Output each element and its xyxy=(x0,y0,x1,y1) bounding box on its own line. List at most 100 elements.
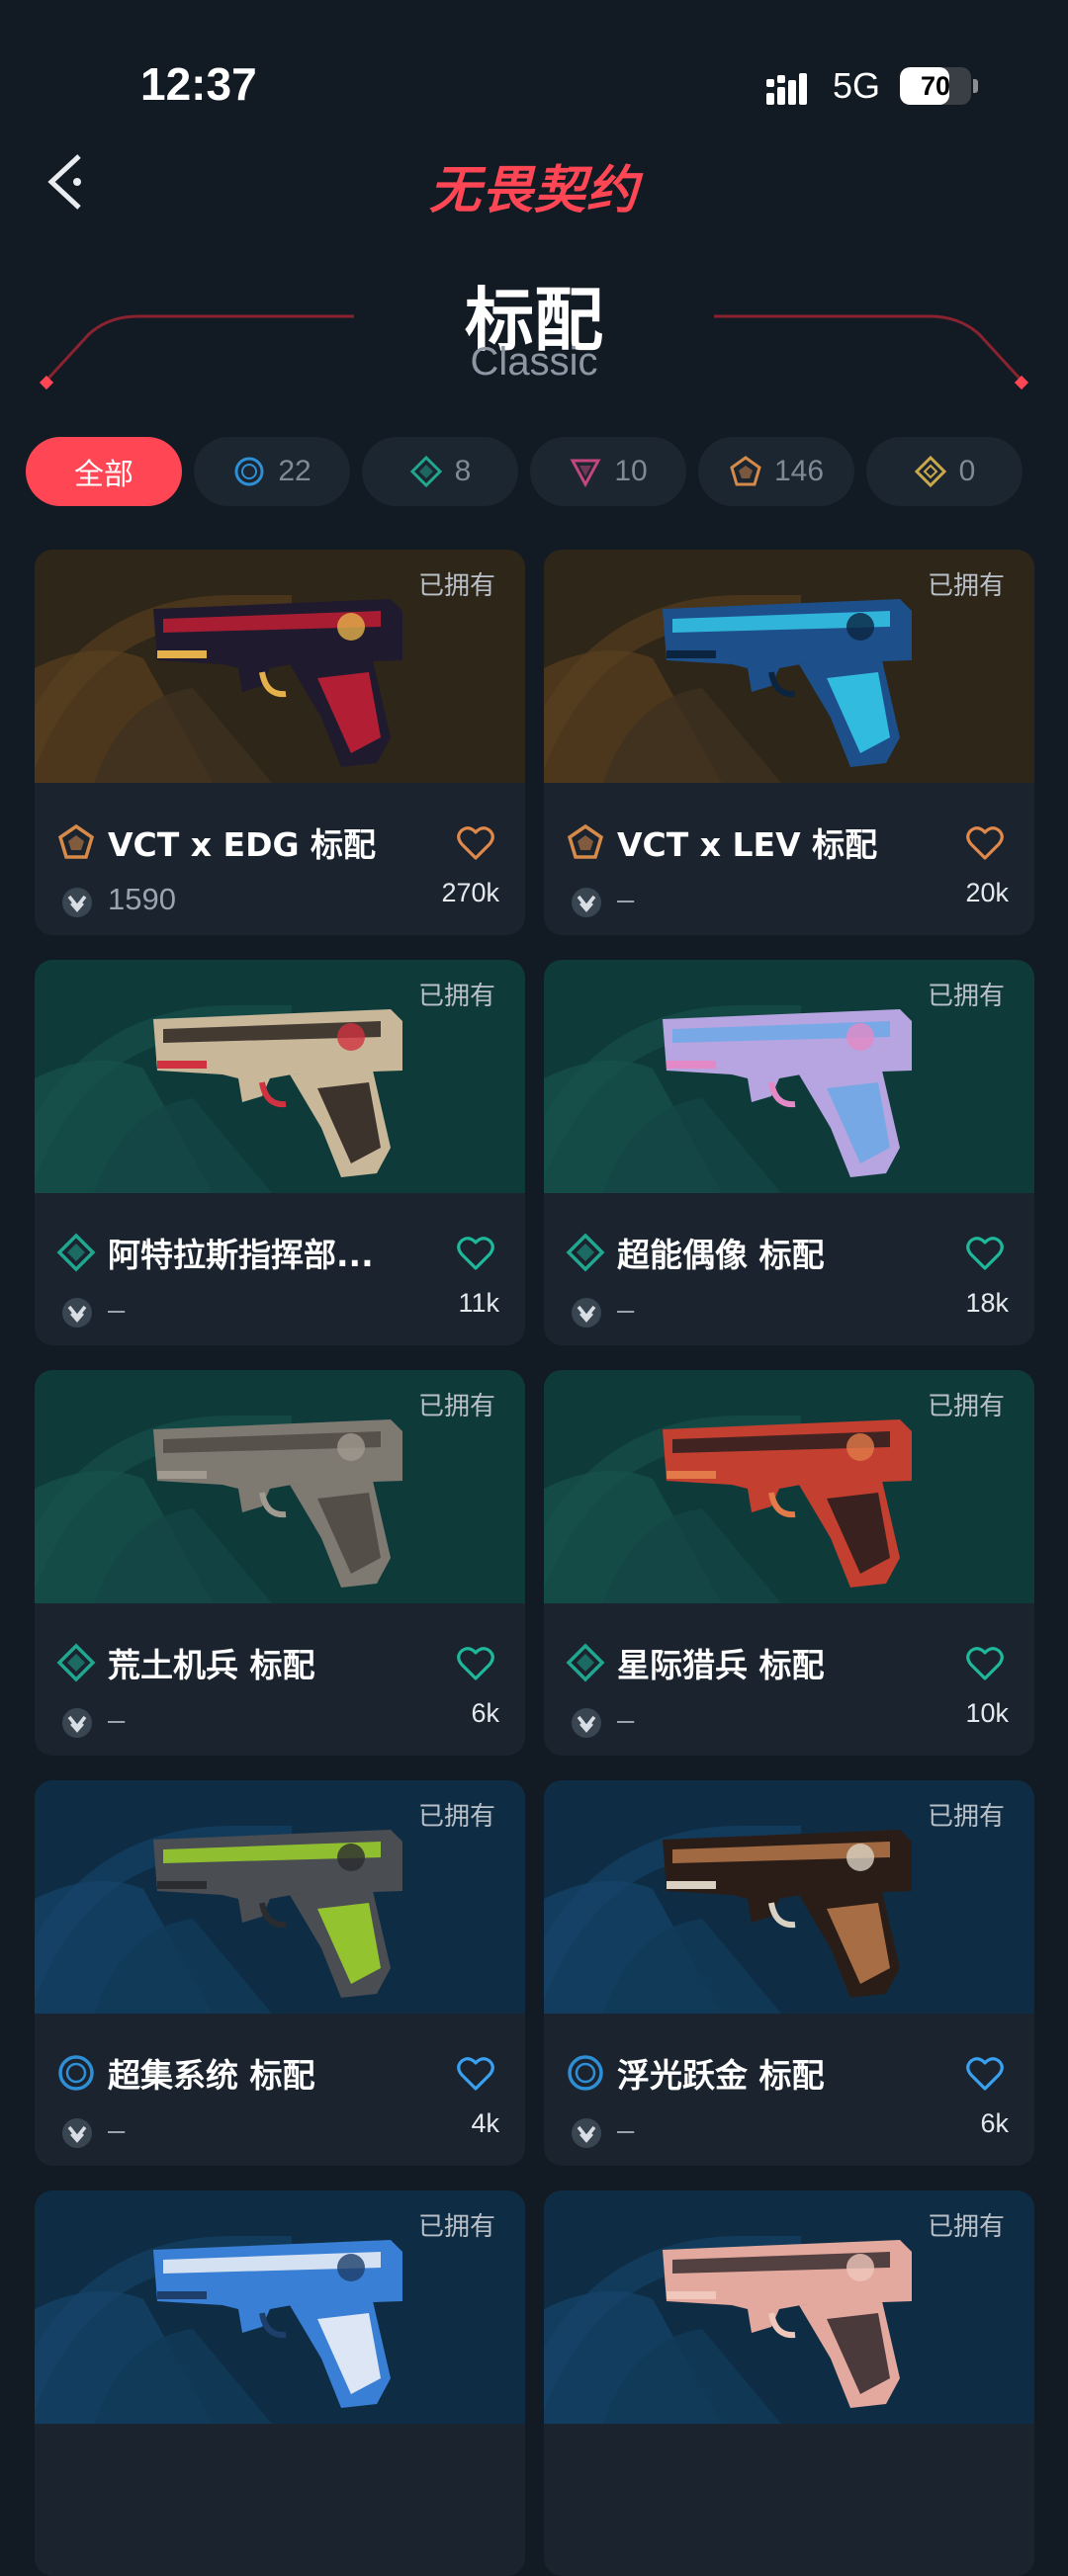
pistol-image xyxy=(153,2240,402,2408)
pistol-image xyxy=(663,1830,912,1998)
pistol-image xyxy=(663,2240,912,2408)
skin-price: – xyxy=(617,2112,635,2147)
deluxe-tier-icon xyxy=(56,1643,96,1682)
pistol-image xyxy=(663,1009,912,1177)
vp-currency-icon xyxy=(572,1708,601,1738)
filter-label: 22 xyxy=(278,455,312,487)
owned-label: 已拥有 xyxy=(417,982,495,1011)
filter-select[interactable]: 22 xyxy=(194,437,350,506)
skin-price: – xyxy=(108,1702,126,1737)
skin-name: 超能偶像 标配 xyxy=(617,1236,825,1274)
owned-label: 已拥有 xyxy=(417,571,495,601)
network-label: 5G xyxy=(833,65,881,106)
battery-level: 70 xyxy=(920,71,951,101)
ultra-tier-icon xyxy=(914,455,946,488)
filter-premium[interactable]: 10 xyxy=(530,437,686,506)
skin-image: 已拥有 xyxy=(35,960,525,1193)
owned-label: 已拥有 xyxy=(927,2212,1005,2242)
owned-label: 已拥有 xyxy=(417,1392,495,1421)
pistol-image xyxy=(663,599,912,767)
skin-name: 浮光跃金 标配 xyxy=(617,2056,825,2095)
app-logo: 无畏契约 xyxy=(428,161,639,220)
skin-image: 已拥有 xyxy=(544,960,1034,1193)
skin-card[interactable]: 已拥有 星际猎兵 标配 – 10k xyxy=(544,1370,1034,1756)
skin-card[interactable]: 已拥有 阿特拉斯指挥部... – 11k xyxy=(35,960,525,1345)
premium-tier-icon xyxy=(570,459,601,488)
skin-image: 已拥有 xyxy=(35,1780,525,2014)
owned-label: 已拥有 xyxy=(927,1802,1005,1832)
battery-tip xyxy=(973,79,978,93)
like-count: 10k xyxy=(965,1698,1009,1728)
skin-card[interactable]: 已拥有 xyxy=(544,2190,1034,2576)
vp-currency-icon xyxy=(572,888,601,917)
skin-card[interactable]: 已拥有 荒土机兵 标配 – 6k xyxy=(35,1370,525,1756)
exclusive-tier-icon xyxy=(730,456,761,486)
filter-label: 10 xyxy=(614,455,648,487)
skin-card[interactable]: 已拥有 xyxy=(35,2190,525,2576)
status-bar: 12:37 5G 70 xyxy=(0,0,1068,148)
pistol-image xyxy=(153,599,402,767)
select-tier-icon xyxy=(568,2055,603,2091)
skin-image: 已拥有 xyxy=(35,550,525,783)
skin-image: 已拥有 xyxy=(544,1370,1034,1603)
select-tier-icon xyxy=(58,2055,94,2091)
favorite-heart-icon[interactable] xyxy=(456,824,495,862)
skin-name: 阿特拉斯指挥部... xyxy=(108,1236,374,1274)
favorite-heart-icon[interactable] xyxy=(965,2055,1005,2093)
signal-icon xyxy=(766,73,807,105)
skin-card[interactable]: 已拥有 浮光跃金 标配 – 6k xyxy=(544,1780,1034,2166)
skin-image: 已拥有 xyxy=(35,2190,525,2424)
select-tier-icon xyxy=(234,457,264,486)
page-subtitle: Classic xyxy=(470,340,598,384)
skin-price: – xyxy=(617,1702,635,1737)
vp-currency-icon xyxy=(62,1708,92,1738)
favorite-heart-icon[interactable] xyxy=(965,1235,1005,1272)
vp-currency-icon xyxy=(572,1298,601,1328)
favorite-heart-icon[interactable] xyxy=(965,824,1005,862)
pistol-image xyxy=(663,1419,912,1588)
owned-label: 已拥有 xyxy=(417,1802,495,1832)
filter-ultra[interactable]: 0 xyxy=(866,437,1023,506)
vp-currency-icon xyxy=(572,2118,601,2148)
skin-name: VCT x LEV 标配 xyxy=(617,825,878,864)
like-count: 18k xyxy=(965,1288,1009,1318)
like-count: 11k xyxy=(458,1288,499,1318)
skin-price: – xyxy=(617,882,635,916)
exclusive-tier-icon xyxy=(567,823,604,859)
filter-label: 全部 xyxy=(74,459,134,491)
owned-label: 已拥有 xyxy=(927,571,1005,601)
filter-label: 0 xyxy=(958,455,976,487)
vp-currency-icon xyxy=(62,2118,92,2148)
skin-price: – xyxy=(108,2112,126,2147)
skin-card[interactable]: 已拥有 VCT x LEV 标配 – 20k xyxy=(544,550,1034,935)
filter-deluxe[interactable]: 8 xyxy=(362,437,518,506)
like-count: 6k xyxy=(471,1698,499,1728)
favorite-heart-icon[interactable] xyxy=(456,1235,495,1272)
deluxe-tier-icon xyxy=(566,1643,605,1682)
status-time: 12:37 xyxy=(140,58,257,110)
skin-name: 超集系统 标配 xyxy=(108,2056,315,2095)
filter-label: 8 xyxy=(454,455,472,487)
battery-icon: 70 xyxy=(900,67,971,105)
exclusive-tier-icon xyxy=(57,823,95,859)
vp-currency-icon xyxy=(62,888,92,917)
favorite-heart-icon[interactable] xyxy=(456,2055,495,2093)
deluxe-tier-icon xyxy=(566,1233,605,1272)
skin-price: – xyxy=(617,1292,635,1327)
skin-image: 已拥有 xyxy=(544,1780,1034,2014)
pistol-image xyxy=(153,1830,402,1998)
skin-card[interactable]: 已拥有 超能偶像 标配 – 18k xyxy=(544,960,1034,1345)
like-count: 270k xyxy=(441,878,499,907)
filter-all[interactable]: 全部 xyxy=(26,437,182,506)
skin-name: VCT x EDG 标配 xyxy=(108,825,377,864)
like-count: 4k xyxy=(471,2108,499,2138)
skin-card[interactable]: 已拥有 超集系统 标配 – 4k xyxy=(35,1780,525,2166)
skin-card[interactable]: 已拥有 VCT x EDG 标配 1590 270k xyxy=(35,550,525,935)
favorite-heart-icon[interactable] xyxy=(456,1645,495,1682)
deluxe-tier-icon xyxy=(409,455,442,488)
skin-name: 荒土机兵 标配 xyxy=(108,1646,315,1684)
favorite-heart-icon[interactable] xyxy=(965,1645,1005,1682)
pistol-image xyxy=(153,1009,402,1177)
vp-currency-icon xyxy=(62,1298,92,1328)
filter-exclusive[interactable]: 146 xyxy=(698,437,854,506)
